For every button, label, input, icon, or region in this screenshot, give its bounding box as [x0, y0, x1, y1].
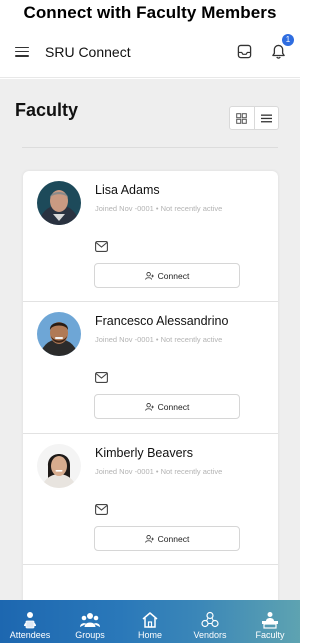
- add-user-icon: [144, 271, 154, 280]
- faculty-card: Francesco Alessandrino Joined Nov -0001 …: [23, 302, 278, 433]
- faculty-meta: Joined Nov -0001 • Not recently active: [95, 204, 223, 213]
- tab-attendees[interactable]: Attendees: [0, 600, 60, 643]
- avatar[interactable]: [37, 181, 81, 225]
- tab-vendors[interactable]: Vendors: [180, 600, 240, 643]
- faculty-card: Lisa Adams Joined Nov -0001 • Not recent…: [23, 171, 278, 301]
- grid-icon: [236, 112, 248, 124]
- connect-button[interactable]: Connect: [94, 394, 240, 419]
- connect-label: Connect: [157, 270, 190, 281]
- tab-label: Groups: [75, 630, 105, 640]
- joined-date: Joined Nov -0001: [95, 335, 154, 344]
- tab-faculty[interactable]: Faculty: [240, 600, 300, 643]
- faculty-card: Kimberly Beavers Joined Nov -0001 • Not …: [23, 434, 278, 564]
- main-content: Faculty Lisa Adams Joined Nov -0001 • No…: [0, 79, 300, 600]
- notification-badge: 1: [282, 33, 294, 46]
- faculty-name[interactable]: Kimberly Beavers: [95, 446, 193, 460]
- activity-status: Not recently active: [160, 467, 223, 476]
- faculty-meta: Joined Nov -0001 • Not recently active: [95, 467, 223, 476]
- faculty-name[interactable]: Lisa Adams: [95, 183, 160, 197]
- attendee-icon: [24, 612, 36, 629]
- divider: [22, 147, 278, 148]
- grid-view-button[interactable]: [230, 107, 254, 129]
- list-view-button[interactable]: [253, 107, 279, 129]
- activity-status: Not recently active: [160, 335, 223, 344]
- connect-button[interactable]: Connect: [94, 526, 240, 551]
- list-icon: [260, 114, 272, 122]
- joined-date: Joined Nov -0001: [95, 467, 154, 476]
- avatar[interactable]: [37, 312, 81, 356]
- connect-button[interactable]: Connect: [94, 263, 240, 288]
- banner-title: Connect with Faculty Members: [23, 3, 277, 22]
- tab-label: Vendors: [193, 630, 227, 640]
- tab-groups[interactable]: Groups: [60, 600, 120, 643]
- faculty-icon: [262, 612, 278, 629]
- avatar[interactable]: [37, 444, 81, 488]
- add-user-icon: [144, 534, 154, 543]
- faculty-meta: Joined Nov -0001 • Not recently active: [95, 335, 223, 344]
- page-title: Faculty: [15, 100, 79, 120]
- mail-icon[interactable]: [95, 372, 108, 383]
- faculty-list: Lisa Adams Joined Nov -0001 • Not recent…: [23, 171, 278, 600]
- mail-icon[interactable]: [95, 504, 108, 515]
- groups-icon: [80, 613, 100, 627]
- inbox-icon[interactable]: [234, 42, 254, 62]
- tab-label: Attendees: [9, 630, 51, 640]
- tab-home[interactable]: Home: [120, 600, 180, 643]
- tab-label: Faculty: [255, 630, 285, 640]
- joined-date: Joined Nov -0001: [95, 204, 154, 213]
- add-user-icon: [144, 402, 154, 411]
- header-banner: Connect with Faculty Members: [0, 0, 300, 26]
- notifications-button[interactable]: 1: [268, 33, 294, 62]
- bottom-tab-bar: Attendees Groups Home Vendors Faculty: [0, 600, 300, 643]
- app-bar: SRU Connect 1: [0, 26, 300, 78]
- activity-status: Not recently active: [160, 204, 223, 213]
- vendors-icon: [201, 611, 219, 628]
- connect-label: Connect: [157, 533, 190, 544]
- divider: [23, 564, 278, 565]
- bell-icon: [271, 44, 285, 59]
- home-icon: [142, 612, 158, 628]
- hamburger-menu-icon[interactable]: [15, 46, 29, 57]
- connect-label: Connect: [157, 401, 190, 412]
- faculty-name[interactable]: Francesco Alessandrino: [95, 314, 228, 328]
- app-title: SRU Connect: [45, 43, 131, 60]
- tab-label: Home: [137, 630, 162, 640]
- view-toggle: [229, 106, 279, 130]
- mail-icon[interactable]: [95, 241, 108, 252]
